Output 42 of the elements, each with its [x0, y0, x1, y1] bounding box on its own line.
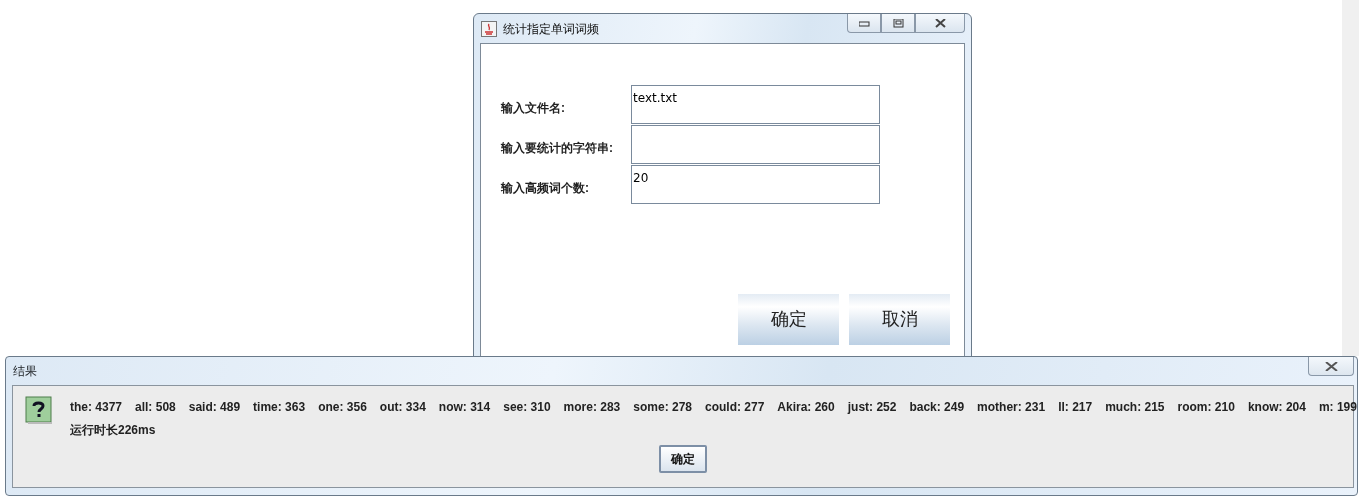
field-label: 输入高频词个数:	[499, 180, 590, 197]
input-field[interactable]: 20	[631, 164, 880, 204]
word-count: the: 4377	[70, 399, 123, 416]
input-field[interactable]	[631, 124, 880, 164]
word-count: much: 215	[1105, 399, 1165, 416]
close-button[interactable]	[1308, 357, 1354, 376]
word-count: ll: 217	[1058, 399, 1093, 416]
word-count: just: 252	[847, 399, 897, 416]
confirm-button[interactable]: 确定	[738, 294, 839, 345]
word-count: could: 277	[705, 399, 765, 416]
close-button[interactable]	[915, 14, 965, 33]
app-icon	[481, 21, 497, 38]
close-icon	[934, 18, 946, 28]
word-count: Akira: 260	[777, 399, 835, 416]
dialog-title: 结果	[13, 363, 37, 380]
word-count: back: 249	[909, 399, 965, 416]
question-icon	[25, 396, 53, 424]
field-label: 输入文件名:	[499, 100, 566, 117]
close-icon	[1324, 361, 1338, 371]
window-title: 统计指定单词词频	[503, 20, 599, 38]
field-label: 输入要统计的字符串:	[499, 140, 614, 157]
word-count: more: 283	[563, 399, 621, 416]
word-count: out: 334	[379, 399, 426, 416]
word-count: said: 489	[188, 399, 241, 416]
word-count: now: 314	[438, 399, 491, 416]
word-count: m: 199	[1318, 399, 1357, 416]
word-count: one: 356	[318, 399, 367, 416]
word-count: all: 508	[135, 399, 176, 416]
minimize-icon	[858, 18, 870, 28]
word-count: see: 310	[503, 399, 551, 416]
word-count: time: 363	[253, 399, 306, 416]
word-count: mother: 231	[977, 399, 1046, 416]
runtime-text: 运行时长226ms	[70, 422, 157, 439]
maximize-icon	[892, 18, 904, 28]
maximize-button[interactable]	[881, 14, 915, 33]
cancel-button[interactable]: 取消	[849, 294, 950, 345]
word-count: room: 210	[1177, 399, 1235, 416]
input-field[interactable]: text.txt	[631, 84, 880, 124]
minimize-button[interactable]	[847, 14, 881, 33]
ok-button[interactable]: 确定	[659, 445, 707, 473]
word-count: know: 204	[1247, 399, 1306, 416]
word-count: some: 278	[633, 399, 692, 416]
